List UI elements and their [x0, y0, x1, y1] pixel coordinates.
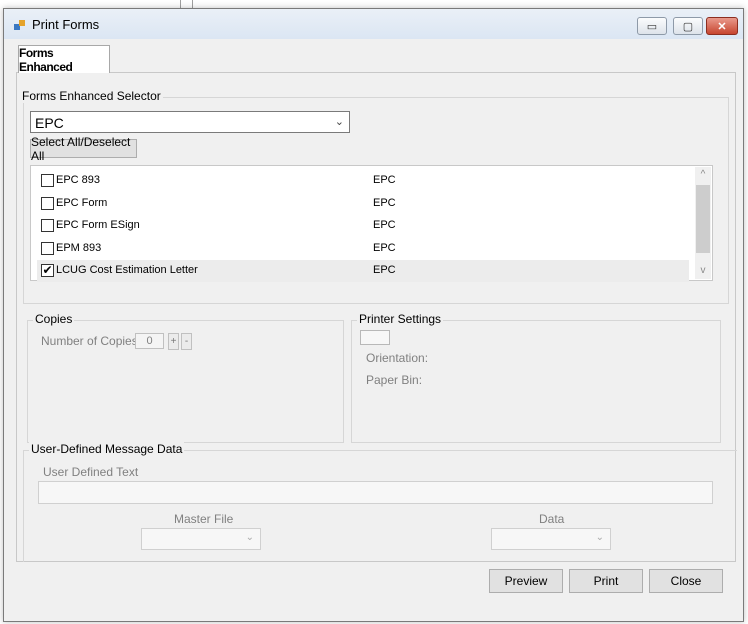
- user-defined-text-label: User Defined Text: [43, 465, 139, 479]
- app-icon: [14, 20, 25, 30]
- minimize-button[interactable]: ▭: [637, 17, 667, 35]
- chevron-down-icon: ⌄: [595, 532, 604, 543]
- printer-settings-label: Printer Settings: [357, 312, 444, 326]
- forms-selector-label: Forms Enhanced Selector: [20, 89, 163, 103]
- tab-panel: Forms Enhanced Selector EPC ⌄ Select All…: [16, 72, 737, 562]
- form-name: EPC 893: [56, 174, 101, 186]
- form-checkbox[interactable]: ✔: [41, 264, 54, 277]
- form-type: EPC: [373, 196, 396, 209]
- form-name: EPC Form: [56, 196, 108, 209]
- combo-value: EPC: [35, 115, 64, 131]
- message-data-group: User-Defined Message Data User Defined T…: [23, 442, 737, 562]
- copies-group: Copies Number of Copies: 0 + -: [27, 312, 344, 443]
- form-type: EPC: [373, 264, 396, 276]
- minimize-icon: ▭: [646, 20, 658, 33]
- window-title: Print Forms: [32, 17, 100, 32]
- form-type: EPC: [373, 219, 396, 231]
- print-button[interactable]: Print: [569, 569, 643, 593]
- chevron-down-icon: ⌄: [334, 116, 344, 128]
- copies-decrement-button[interactable]: -: [181, 333, 192, 350]
- form-name: LCUG Cost Estimation Letter: [56, 264, 198, 276]
- forms-selector-group: Forms Enhanced Selector EPC ⌄ Select All…: [20, 89, 729, 304]
- copies-label: Copies: [33, 312, 75, 326]
- form-name: EPC Form ESign: [56, 219, 140, 231]
- form-type: EPC: [373, 174, 396, 186]
- data-combo[interactable]: ⌄: [491, 528, 611, 550]
- message-data-label: User-Defined Message Data: [29, 442, 185, 456]
- master-file-combo[interactable]: ⌄: [141, 528, 261, 550]
- maximize-icon: ▢: [682, 20, 694, 33]
- list-item[interactable]: EPC Form ESign EPC: [37, 215, 689, 237]
- form-type: EPC: [373, 241, 396, 254]
- scroll-down-icon[interactable]: v: [695, 263, 711, 279]
- list-item[interactable]: EPM 893 EPC: [37, 238, 689, 260]
- chevron-down-icon: ⌄: [245, 532, 254, 543]
- close-window-button[interactable]: ✕: [706, 17, 738, 35]
- preview-button[interactable]: Preview: [489, 569, 563, 593]
- data-label: Data: [539, 512, 565, 526]
- forms-type-combo[interactable]: EPC ⌄: [30, 111, 350, 133]
- close-icon: ✕: [717, 20, 727, 33]
- number-of-copies-label: Number of Copies:: [41, 334, 142, 348]
- background-line: [180, 0, 181, 8]
- form-name: EPM 893: [56, 241, 102, 254]
- orientation-label: Orientation:: [366, 351, 429, 365]
- list-item[interactable]: ✔ LCUG Cost Estimation Letter EPC: [37, 260, 689, 282]
- copies-increment-button[interactable]: +: [168, 333, 179, 350]
- print-forms-window: Print Forms ▭ ▢ ✕ Forms Enhanced Forms E…: [3, 8, 744, 622]
- form-checkbox[interactable]: [41, 241, 54, 255]
- user-defined-text-input[interactable]: [38, 481, 713, 504]
- printer-settings-group: Printer Settings Orientation: Paper Bin:: [351, 312, 721, 443]
- forms-list: EPC 893 EPC EPC Form EPC EPC Form ESign EPC EP…: [30, 165, 713, 282]
- scroll-thumb[interactable]: [696, 185, 710, 253]
- list-scrollbar[interactable]: ^ v: [695, 167, 711, 279]
- printer-select-button[interactable]: [360, 330, 390, 345]
- master-file-label: Master File: [174, 512, 234, 526]
- form-checkbox[interactable]: [41, 219, 54, 232]
- form-checkbox[interactable]: [41, 174, 54, 187]
- copies-input[interactable]: 0: [135, 333, 164, 349]
- select-all-button[interactable]: Select All/Deselect All: [30, 135, 137, 163]
- title-bar[interactable]: Print Forms ▭ ▢ ✕: [4, 9, 743, 39]
- form-checkbox[interactable]: [41, 196, 54, 210]
- list-item[interactable]: EPC Form EPC: [37, 193, 689, 215]
- maximize-button[interactable]: ▢: [673, 17, 703, 35]
- client-area: Forms Enhanced Forms Enhanced Selector E…: [12, 41, 737, 617]
- list-item[interactable]: EPC 893 EPC: [37, 170, 689, 192]
- tab-forms-enhanced[interactable]: Forms Enhanced: [18, 45, 110, 74]
- scroll-up-icon[interactable]: ^: [695, 167, 711, 183]
- paper-bin-label: Paper Bin:: [366, 373, 423, 387]
- close-button[interactable]: Close: [649, 569, 723, 593]
- background-line: [192, 0, 193, 8]
